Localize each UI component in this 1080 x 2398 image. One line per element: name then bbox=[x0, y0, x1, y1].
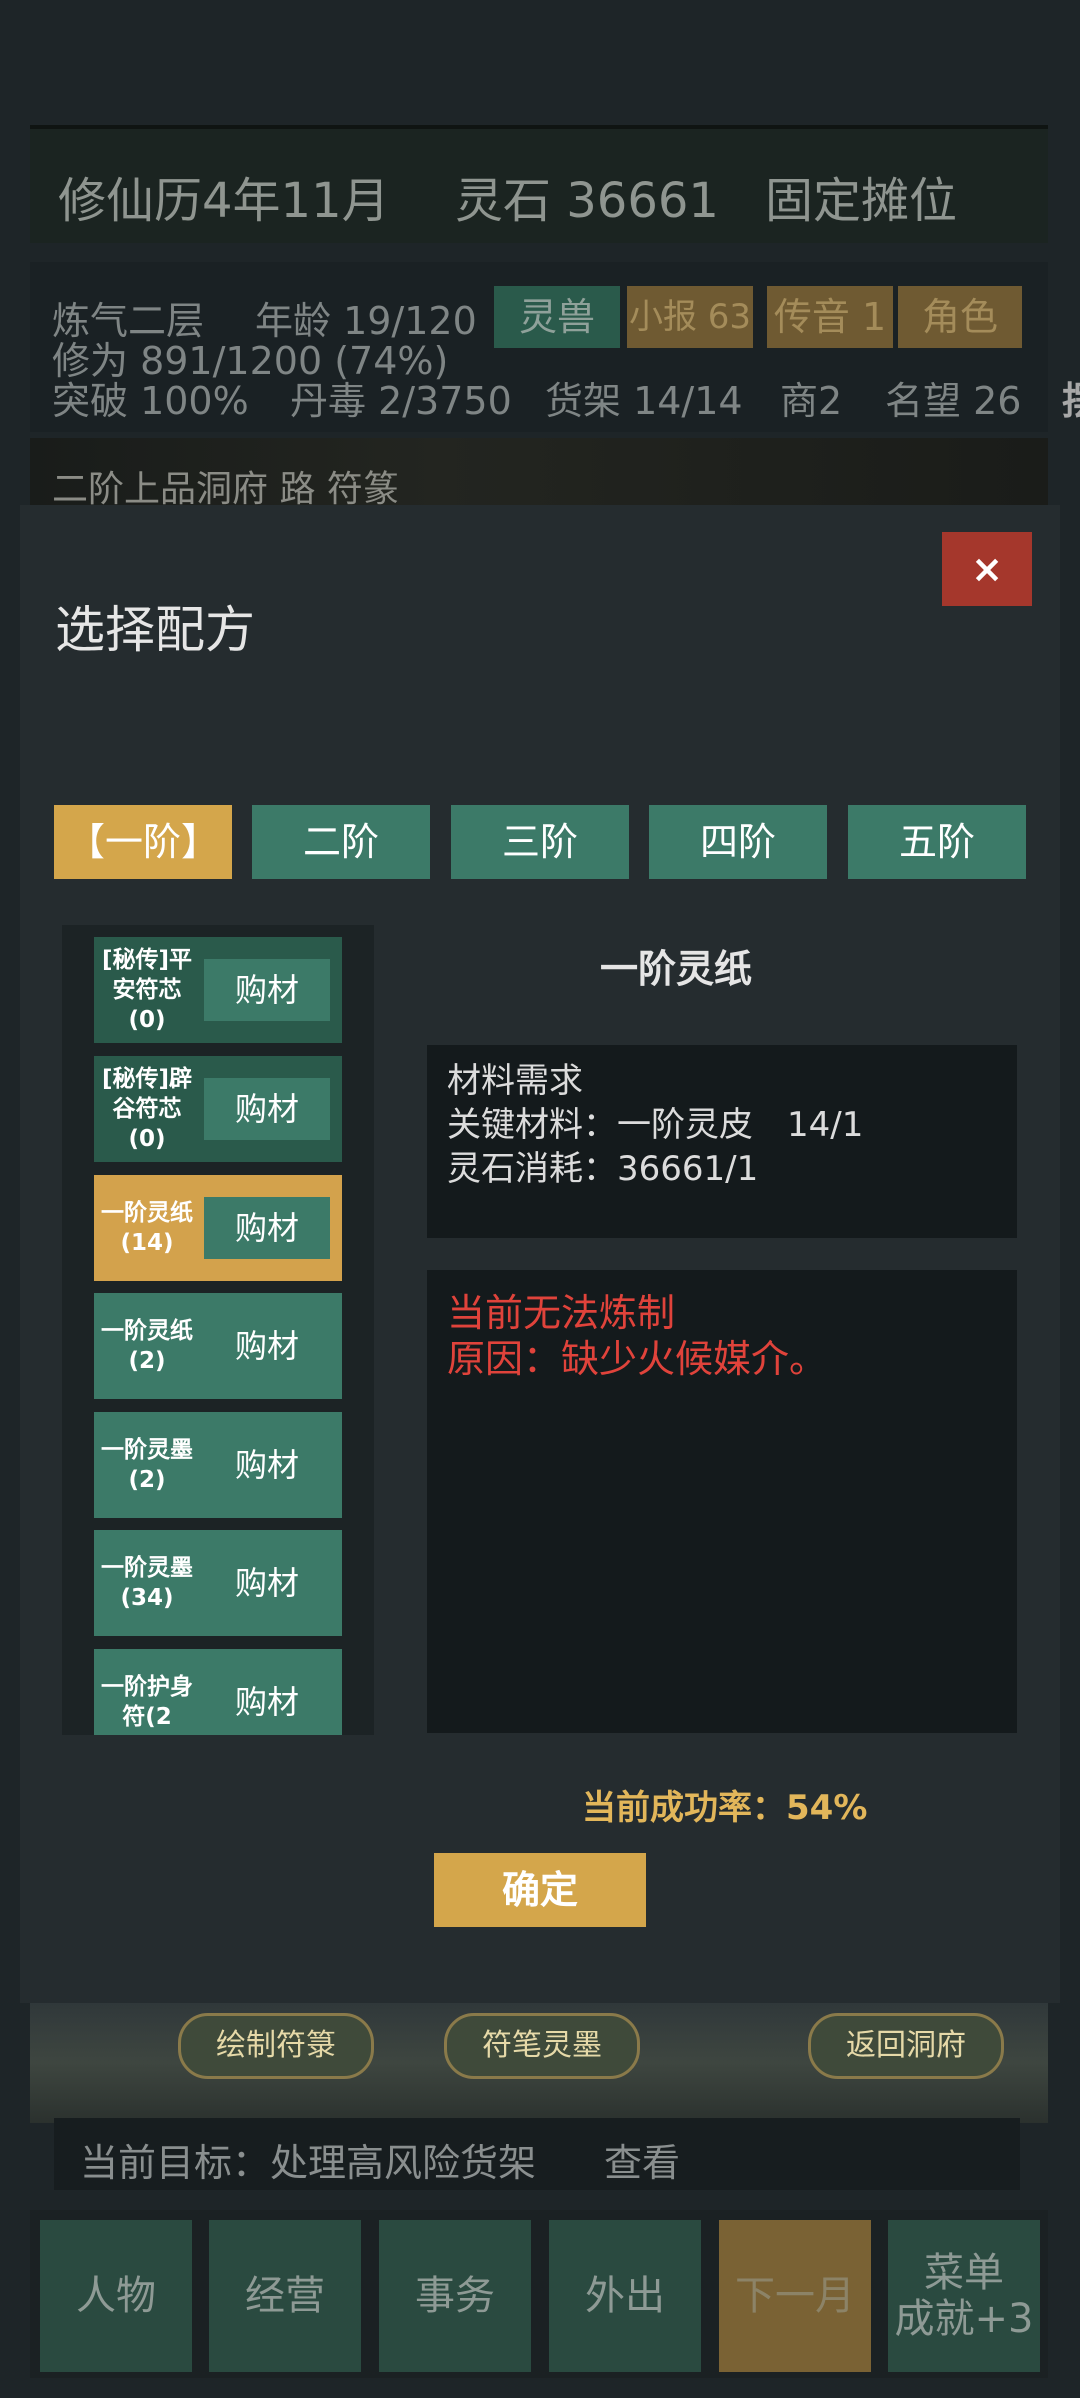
list-item[interactable]: 一阶灵纸(2) 购材 bbox=[94, 1293, 342, 1399]
dialog-title: 选择配方 bbox=[55, 601, 255, 659]
recipe-name: 一阶灵墨(34) bbox=[101, 1555, 193, 1611]
menu-label: 菜单 bbox=[924, 2250, 1004, 2296]
error-reason: 原因：缺少火候媒介。 bbox=[447, 1337, 828, 1381]
message-button[interactable]: 传音 1 bbox=[767, 286, 893, 348]
materials-panel: 材料需求 关键材料：一阶灵皮 14/1 灵石消耗：36661/1 bbox=[427, 1045, 1017, 1238]
recipe-name: 一阶灵纸(2) bbox=[101, 1318, 193, 1374]
draw-talisman-button[interactable]: 绘制符箓 bbox=[178, 2013, 374, 2079]
tab-tier-5[interactable]: 五阶 bbox=[848, 805, 1026, 879]
tab-tier-4[interactable]: 四阶 bbox=[649, 805, 827, 879]
list-item[interactable]: [秘传]平安符芯(0) 购材 bbox=[94, 937, 342, 1043]
nav-character[interactable]: 人物 bbox=[40, 2220, 192, 2372]
stall-type: 固定摊位 bbox=[765, 173, 958, 229]
tab-tier-2[interactable]: 二阶 bbox=[252, 805, 430, 879]
buy-materials-button[interactable]: 购材 bbox=[204, 1434, 330, 1496]
nav-affairs[interactable]: 事务 bbox=[379, 2220, 531, 2372]
buy-materials-button[interactable]: 购材 bbox=[204, 1315, 330, 1377]
poison-label: 丹毒 2/3750 bbox=[290, 379, 512, 423]
view-link[interactable]: 查看 bbox=[604, 2132, 680, 2187]
recipe-name: 一阶灵纸(14) bbox=[101, 1200, 193, 1256]
list-item[interactable]: 一阶护身符(2 购材 bbox=[94, 1649, 342, 1735]
confirm-button[interactable]: 确定 bbox=[434, 1853, 646, 1927]
beast-button[interactable]: 灵兽 bbox=[494, 286, 620, 348]
recipe-name: 一阶灵墨(2) bbox=[101, 1437, 193, 1493]
goal-text: 当前目标：处理高风险货架 bbox=[80, 2141, 537, 2185]
buy-materials-button[interactable]: 购材 bbox=[204, 959, 330, 1021]
goal-bar: 当前目标：处理高风险货架 查看 bbox=[54, 2118, 1020, 2190]
stone-cost: 灵石消耗：36661/1 bbox=[447, 1149, 759, 1189]
news-button[interactable]: 小报 63 bbox=[627, 286, 753, 348]
recipe-name: 一阶护身符(2 bbox=[101, 1674, 193, 1730]
nav-outing[interactable]: 外出 bbox=[549, 2220, 701, 2372]
tab-tier-1[interactable]: 【一阶】 bbox=[54, 805, 232, 879]
list-item-selected[interactable]: 一阶灵纸(14) 购材 bbox=[94, 1175, 342, 1281]
buy-materials-button[interactable]: 购材 bbox=[204, 1197, 330, 1259]
return-home-button[interactable]: 返回洞府 bbox=[808, 2013, 1004, 2079]
fame-label: 名望 26 bbox=[885, 379, 1022, 423]
breakthrough-label: 突破 100% bbox=[52, 379, 249, 423]
buy-materials-button[interactable]: 购材 bbox=[204, 1552, 330, 1614]
nav-menu[interactable]: 菜单 成就+3 bbox=[888, 2220, 1040, 2372]
calendar-date: 修仙历4年11月 bbox=[58, 173, 390, 229]
recipe-name: [秘传]平安符芯(0) bbox=[101, 947, 193, 1033]
recipe-title: 一阶灵纸 bbox=[600, 947, 753, 991]
materials-heading: 材料需求 bbox=[447, 1061, 583, 1101]
status-panel: 当前无法炼制 原因：缺少火候媒介。 bbox=[427, 1270, 1017, 1733]
close-button[interactable]: × bbox=[942, 532, 1032, 606]
nav-next-month[interactable]: 下一月 bbox=[719, 2220, 871, 2372]
shelf-label: 货架 14/14 bbox=[545, 379, 743, 423]
achievement-label: 成就+3 bbox=[894, 2296, 1034, 2342]
recipe-list[interactable]: [秘传]平安符芯(0) 购材 [秘传]辟谷符芯(0) 购材 一阶灵纸(14) 购… bbox=[62, 925, 374, 1735]
spirit-stone-count: 灵石 36661 bbox=[455, 173, 719, 229]
success-rate: 当前成功率：54% bbox=[582, 1788, 868, 1828]
tab-tier-3[interactable]: 三阶 bbox=[451, 805, 629, 879]
nav-manage[interactable]: 经营 bbox=[209, 2220, 361, 2372]
list-item[interactable]: [秘传]辟谷符芯(0) 购材 bbox=[94, 1056, 342, 1162]
merchant-label: 商2 bbox=[780, 379, 843, 423]
recipe-name: [秘传]辟谷符芯(0) bbox=[101, 1066, 193, 1152]
buy-materials-button[interactable]: 购材 bbox=[204, 1671, 330, 1733]
list-item[interactable]: 一阶灵墨(34) 购材 bbox=[94, 1530, 342, 1636]
clipped-text: 摆 bbox=[1062, 370, 1080, 425]
buy-materials-button[interactable]: 购材 bbox=[204, 1078, 330, 1140]
key-material: 关键材料：一阶灵皮 14/1 bbox=[447, 1105, 864, 1145]
brush-ink-button[interactable]: 符笔灵墨 bbox=[444, 2013, 640, 2079]
role-button[interactable]: 角色 bbox=[898, 286, 1022, 348]
top-status-bar: 修仙历4年11月 灵石 36661 固定摊位 bbox=[30, 125, 1048, 243]
list-item[interactable]: 一阶灵墨(2) 购材 bbox=[94, 1412, 342, 1518]
scene-banner: 二阶上品洞府 路 符篆 bbox=[30, 438, 1048, 510]
